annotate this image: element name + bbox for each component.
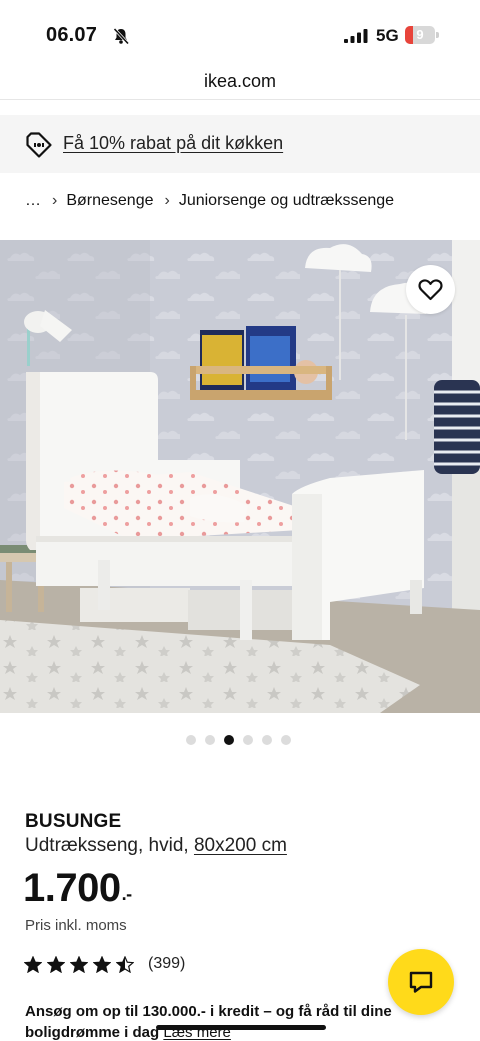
credit-info: Ansøg om op til 130.000.- i kredit – og … [25, 1001, 415, 1041]
site-domain: ikea.com [203, 71, 277, 91]
breadcrumb-ellipsis[interactable]: … [25, 192, 41, 210]
home-indicator [156, 1025, 326, 1030]
signal-bars-icon [344, 29, 368, 43]
promo-link[interactable]: Få 10% rabat på dit køkken [63, 133, 283, 154]
network-type: 5G [376, 26, 399, 45]
product-description: Udtræksseng, hvid, 80x200 cm [25, 835, 287, 857]
breadcrumb-item-boernesenge[interactable]: Børnesenge [66, 192, 153, 210]
price-tag-icon [26, 132, 52, 158]
breadcrumb-separator: › [164, 192, 170, 209]
star-full-icon [70, 955, 88, 973]
bell-slash-icon [113, 27, 130, 45]
carousel-dot[interactable] [205, 735, 215, 745]
product-size-link[interactable]: 80x200 cm [194, 835, 287, 856]
vat-note: Pris inkl. moms [25, 917, 127, 934]
chat-button[interactable] [388, 949, 454, 1015]
carousel-dot[interactable] [262, 735, 272, 745]
favourite-button[interactable] [406, 265, 455, 314]
chat-bubble-icon [409, 971, 433, 993]
address-bar[interactable]: ikea.com [0, 66, 480, 100]
heart-icon [418, 279, 443, 301]
status-bar: 06.07 5G 9 [0, 0, 480, 66]
star-half-icon [116, 955, 134, 973]
product-name: BUSUNGE [25, 811, 122, 832]
promo-banner[interactable]: Få 10% rabat på dit køkken [0, 115, 480, 173]
star-full-icon [93, 955, 111, 973]
battery-level: 9 [416, 27, 424, 42]
price-suffix: .- [121, 884, 133, 904]
star-full-icon [47, 955, 65, 973]
battery-icon: 9 [405, 26, 439, 44]
rating[interactable]: (399) [24, 955, 185, 973]
review-count[interactable]: (399) [148, 955, 185, 973]
carousel-dot[interactable] [281, 735, 291, 745]
star-full-icon [24, 955, 42, 973]
rating-stars [24, 955, 134, 973]
price-value: 1.700 [23, 866, 121, 910]
carousel-dots [186, 735, 291, 745]
product-image[interactable] [0, 240, 480, 713]
breadcrumb-separator: › [52, 192, 58, 209]
product-price: 1.700.- [23, 866, 132, 911]
breadcrumb-item-juniorsenge[interactable]: Juniorsenge og udtrækssenge [179, 192, 394, 210]
status-time: 06.07 [46, 24, 98, 46]
carousel-dot[interactable] [186, 735, 196, 745]
carousel-dot[interactable] [224, 735, 234, 745]
breadcrumb: … › Børnesenge › Juniorsenge og udtrækss… [25, 190, 394, 212]
product-type: Udtræksseng, hvid, [25, 835, 189, 856]
carousel-dot[interactable] [243, 735, 253, 745]
